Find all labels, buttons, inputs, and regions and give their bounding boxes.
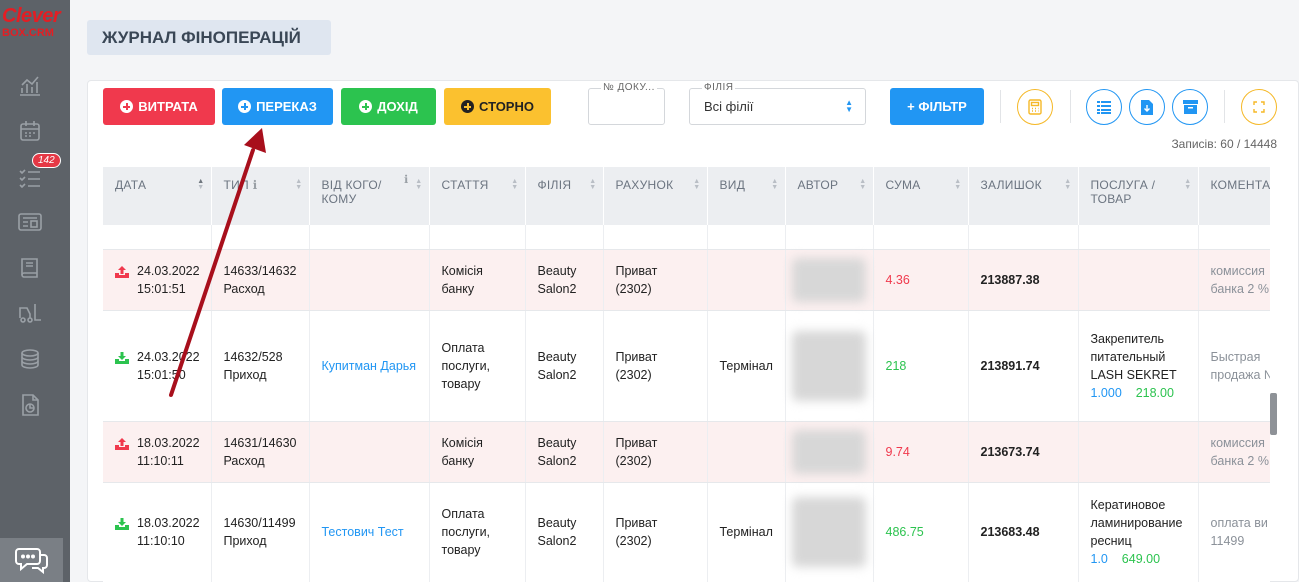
col-date[interactable]: ДАТА ▲ ▼: [103, 167, 212, 225]
info-icon[interactable]: ℹ: [253, 178, 258, 192]
operations-table: ДАТА ▲ ▼ ТИП ℹ ▲ ▼ ВІД КОГО/КОМУ ℹ ▲ ▼ СТАТТЯ ▲ ▼…: [103, 167, 1270, 582]
table-row[interactable]: 24.03.2022 15:01:51 14633/14632 Расход Ком…: [103, 249, 1270, 311]
select-arrows-icon: ▲ ▼: [845, 98, 853, 114]
branch-label: ФІЛІЯ: [702, 82, 736, 93]
calendar-icon[interactable]: [17, 118, 43, 144]
branch-value: Всі філії: [704, 99, 754, 114]
plus-circle-icon: [238, 100, 252, 113]
chat-bubbles-icon: [14, 548, 48, 575]
coins-stack-icon[interactable]: [17, 346, 43, 372]
download-file-icon: [1141, 99, 1153, 115]
document-chart-icon[interactable]: [17, 392, 43, 418]
col-branch[interactable]: ФІЛІЯ ▲ ▼: [525, 167, 604, 225]
col-amount[interactable]: СУМА ▲ ▼: [873, 167, 969, 225]
id-card-icon[interactable]: [17, 209, 43, 235]
brand-logo[interactable]: Clever BOX.CRM: [0, 6, 70, 58]
add-storno-button[interactable]: СТОРНО: [444, 88, 551, 125]
download-income-icon: [115, 518, 129, 530]
table-row[interactable]: 18.03.2022 11:10:10 14630/11499 Приход Тес…: [103, 482, 1270, 582]
col-author[interactable]: АВТОР ▲ ▼: [785, 167, 874, 225]
calculator-button[interactable]: [1017, 89, 1053, 125]
table-scrollbar[interactable]: [1270, 393, 1277, 435]
add-expense-button[interactable]: ВИТРАТА: [103, 88, 215, 125]
author-avatar-blurred: [791, 257, 866, 302]
doc-number-input[interactable]: № ДОКУ...: [588, 82, 665, 125]
sidebar: Clever BOX.CRM 142: [0, 0, 70, 582]
plus-circle-icon: [120, 100, 134, 113]
download-income-icon: [115, 351, 129, 364]
col-balance[interactable]: ЗАЛИШОК ▲ ▼: [968, 167, 1079, 225]
add-transfer-button[interactable]: ПЕРЕКАЗ: [222, 88, 333, 125]
archive-icon: [1182, 100, 1198, 114]
col-account[interactable]: РАХУНОК ▲ ▼: [603, 167, 708, 225]
table-row[interactable]: 18.03.2022 11:10:11 14631/14630 Расход Ком…: [103, 421, 1270, 483]
fullscreen-button[interactable]: [1241, 89, 1277, 125]
download-file-button[interactable]: [1129, 89, 1165, 125]
records-count: Записів: 60 / 14448: [1171, 137, 1277, 151]
col-service[interactable]: ПОСЛУГА / ТОВАР ▲ ▼: [1078, 167, 1199, 225]
table-header: ДАТА ▲ ▼ ТИП ℹ ▲ ▼ ВІД КОГО/КОМУ ℹ ▲ ▼ СТАТТЯ ▲ ▼…: [103, 167, 1270, 225]
fullscreen-icon: [1253, 101, 1265, 113]
col-party[interactable]: ВІД КОГО/КОМУ ℹ ▲ ▼: [309, 167, 430, 225]
upload-expense-icon: [115, 265, 129, 278]
author-avatar-blurred: [791, 497, 866, 567]
author-avatar-blurred: [791, 330, 866, 401]
col-article[interactable]: СТАТТЯ ▲ ▼: [429, 167, 526, 225]
plus-circle-icon: [461, 100, 475, 113]
party-link[interactable]: Тестович Тест: [309, 482, 430, 582]
info-icon[interactable]: ℹ: [404, 175, 408, 186]
table-row[interactable]: 24.03.2022 15:01:50 14632/528 Приход Купит…: [103, 310, 1270, 422]
tasks-count-badge: 142: [32, 153, 61, 168]
calculator-icon: [1028, 99, 1042, 115]
list-view-icon: [1097, 101, 1111, 114]
col-method[interactable]: ВИД ▲ ▼: [707, 167, 786, 225]
table-spacer: [103, 225, 1270, 250]
doc-number-label: № ДОКУ...: [601, 82, 657, 93]
analytics-chart-icon[interactable]: [17, 72, 43, 98]
upload-expense-icon: [115, 437, 129, 450]
divider: [1000, 90, 1001, 123]
add-filter-button[interactable]: + ФІЛЬТР: [890, 88, 984, 125]
divider: [1070, 90, 1071, 123]
add-income-button[interactable]: ДОХІД: [341, 88, 436, 125]
col-comment[interactable]: КОМЕНТАР: [1198, 167, 1270, 225]
book-icon[interactable]: [17, 255, 43, 281]
party-link[interactable]: Купитман Дарья: [309, 310, 430, 422]
branch-select[interactable]: ФІЛІЯ Всі філії ▲ ▼: [689, 82, 866, 125]
forklift-icon[interactable]: [17, 300, 43, 326]
page-title: ЖУРНАЛ ФІНОПЕРАЦІЙ: [87, 20, 331, 55]
col-type[interactable]: ТИП ℹ ▲ ▼: [211, 167, 310, 225]
author-avatar-blurred: [791, 429, 866, 474]
chat-button[interactable]: [0, 538, 63, 582]
plus-circle-icon: [359, 100, 373, 113]
list-view-button[interactable]: [1086, 89, 1122, 125]
archive-button[interactable]: [1172, 89, 1208, 125]
divider: [1224, 90, 1225, 123]
